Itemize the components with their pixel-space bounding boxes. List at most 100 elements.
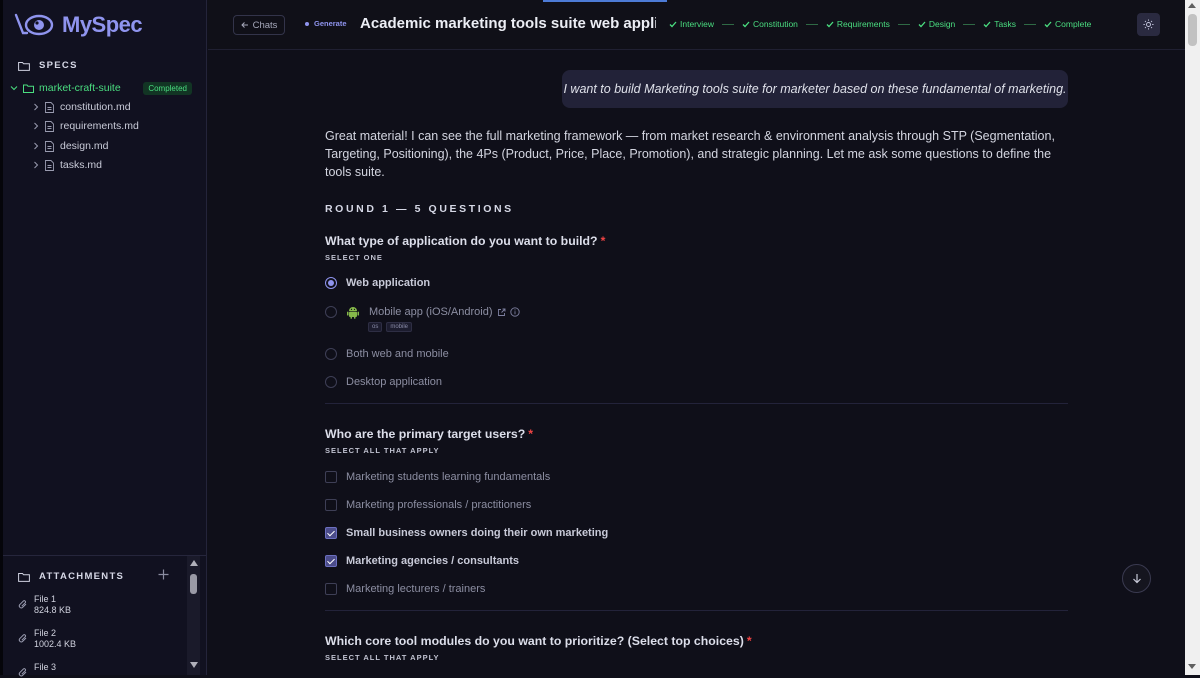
check-icon [918,21,926,28]
file-name: constitution.md [60,101,131,113]
step-requirements[interactable]: Requirements [826,19,890,29]
scrollbar-thumb[interactable] [190,574,197,594]
option-small-business-owners[interactable]: Small business owners doing their own ma… [325,527,608,539]
arrow-down-icon [1132,573,1142,584]
step-complete[interactable]: Complete [1044,19,1091,29]
option-label: Marketing professionals / practitioners [346,499,532,511]
theme-toggle-button[interactable] [1137,13,1160,36]
logo-eye-icon [14,12,58,38]
question-divider [325,403,1068,404]
scrollbar-thumb[interactable] [1188,14,1197,46]
file-item-requirements[interactable]: requirements.md [33,118,139,134]
radio-button[interactable] [325,277,337,289]
checkbox[interactable] [325,527,337,539]
file-item-design[interactable]: design.md [33,138,108,154]
page-scrollbar[interactable] [1185,0,1200,675]
brand-name: MySpec [62,12,143,37]
radio-button[interactable] [325,348,337,360]
step-interview[interactable]: Interview [669,19,714,29]
step-connector [897,23,910,25]
checkbox[interactable] [325,583,337,595]
question-text: Which core tool modules do you want to p… [325,634,744,648]
file-icon [45,101,54,113]
radio-button[interactable] [325,376,337,388]
file-item-constitution[interactable]: constitution.md [33,99,131,115]
folder-icon [18,61,30,71]
option-marketing-lecturers[interactable]: Marketing lecturers / trainers [325,583,485,595]
sidebar: MySpec SPECS market-craft-suite Complete… [0,0,207,678]
scroll-up-icon[interactable] [1188,3,1196,8]
specs-title: SPECS [39,60,78,71]
step-connector [722,23,735,25]
attachment-size: 824.8 KB [34,605,72,615]
checkbox[interactable] [325,499,337,511]
step-connector [963,23,976,25]
paperclip-icon [18,667,28,678]
file-item-tasks[interactable]: tasks.md [33,157,102,173]
scroll-to-bottom-button[interactable] [1122,564,1151,593]
option-label: Small business owners doing their own ma… [346,527,609,539]
checkbox[interactable] [325,555,337,567]
option-desktop-application[interactable]: Desktop application [325,376,442,388]
option-marketing-agencies[interactable]: Marketing agencies / consultants [325,555,519,567]
step-design[interactable]: Design [918,19,955,29]
sun-icon [1143,19,1154,30]
scroll-down-icon[interactable] [1188,664,1196,669]
attachment-name: File 2 [34,628,57,638]
add-attachment-button[interactable] [158,569,169,580]
option-web-application[interactable]: Web application [325,277,430,289]
file-name: design.md [60,140,109,152]
checkbox[interactable] [325,471,337,483]
step-constitution[interactable]: Constitution [742,19,798,29]
android-icon [346,305,360,319]
attachment-item[interactable]: File 3 [18,662,56,678]
option-marketing-students[interactable]: Marketing students learning fundamentals [325,471,550,483]
mode-dot-icon [305,21,309,26]
app-logo[interactable]: MySpec [14,12,143,38]
tag: os [368,322,383,332]
back-to-chats-button[interactable]: Chats [233,15,285,35]
step-connector [805,23,818,25]
folder-icon [18,572,30,582]
chevron-right-icon[interactable] [33,161,39,169]
radio-button[interactable] [325,306,337,318]
required-mark: * [528,427,534,441]
step-label: Interview [680,19,715,29]
chevron-right-icon[interactable] [33,142,39,150]
step-label: Complete [1055,19,1092,29]
back-label: Chats [252,19,278,31]
file-name: tasks.md [60,159,103,171]
step-label: Requirements [836,19,890,29]
chevron-down-icon[interactable] [10,84,18,92]
plus-icon [158,569,169,580]
option-marketing-professionals[interactable]: Marketing professionals / practitioners [325,499,531,511]
external-link-icon[interactable] [497,308,506,317]
scroll-down-icon[interactable] [190,662,198,668]
step-connector [1024,23,1037,25]
attachment-item[interactable]: File 2 1002.4 KB [18,628,76,650]
option-mobile-app[interactable]: Mobile app (iOS/Android) [325,305,520,319]
project-item[interactable]: market-craft-suite Completed [10,80,192,96]
question-mode: SELECT ONE [325,253,383,262]
option-label: Marketing agencies / consultants [346,555,519,567]
window-top-accent [543,0,667,2]
file-icon [45,120,54,132]
question-text: What type of application do you want to … [325,234,598,248]
question-title: Who are the primary target users? * [325,427,533,441]
option-both-web-and-mobile[interactable]: Both web and mobile [325,348,449,360]
attachments-section-header: ATTACHMENTS [18,571,124,582]
info-icon[interactable] [509,307,520,317]
attachment-name: File 1 [34,594,57,604]
assistant-message: Great material! I can see the full marke… [325,129,1055,179]
chevron-right-icon[interactable] [33,103,39,111]
mode-label: Generate [314,19,347,28]
step-tasks[interactable]: Tasks [983,19,1016,29]
scroll-up-icon[interactable] [190,560,198,566]
chat-panel: I want to build Marketing tools suite fo… [208,51,1185,675]
option-label: Web application [346,277,431,289]
arrow-left-icon [240,21,249,29]
attachment-item[interactable]: File 1 824.8 KB [18,594,71,616]
chevron-right-icon[interactable] [33,122,39,130]
attachments-scrollbar[interactable] [187,556,200,675]
attachment-size: 1002.4 KB [34,639,77,649]
